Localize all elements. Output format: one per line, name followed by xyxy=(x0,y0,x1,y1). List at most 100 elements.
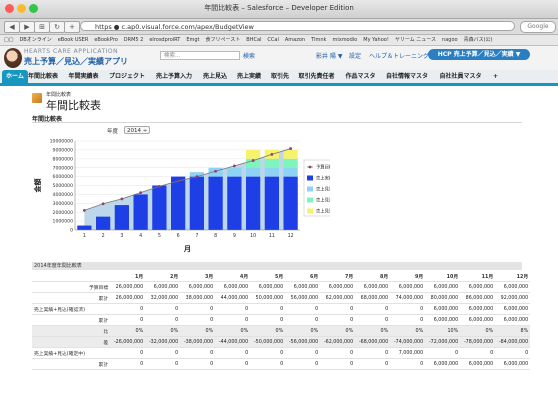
bar-actual xyxy=(246,176,261,230)
table-cell: 0 xyxy=(320,303,356,315)
legend-swatch xyxy=(307,175,313,181)
table-cell: 44,000,000 xyxy=(215,292,251,304)
table-cell: 6,000,000 xyxy=(495,303,531,315)
bar-actual xyxy=(171,176,186,230)
table-cell: 6,000,000 xyxy=(215,281,251,293)
tab-item[interactable]: 年間実績表 xyxy=(69,70,99,83)
tab-item[interactable]: プロジェクト xyxy=(109,70,145,83)
bookmark-item[interactable]: Amazon xyxy=(285,37,305,43)
row-label xyxy=(86,303,111,315)
table-row: 累計 0 0 0 0 0 0 0 0 0 6,000,000 6,000,000 6,000,000 xyxy=(32,358,531,370)
budget-point xyxy=(82,209,86,212)
bookmark-item[interactable]: □□ xyxy=(4,37,13,43)
table-cell: 0 xyxy=(320,358,356,370)
table-cell: 26,000,000 xyxy=(110,281,146,293)
legend-label: 売上見込(確定済) xyxy=(316,208,330,215)
forward-button[interactable]: ▶ xyxy=(19,21,35,33)
table-cell: -32,000,000 xyxy=(145,336,181,348)
bookmark-item[interactable]: ヤリーム ニュース xyxy=(395,37,436,43)
y-tick-label: 5000000 xyxy=(53,183,74,189)
reload-button[interactable]: ↻ xyxy=(49,21,65,33)
row-label: 予算目標 xyxy=(86,281,111,293)
table-cell: -38,000,000 xyxy=(180,336,216,348)
section-divider xyxy=(32,122,522,123)
bookmark-item[interactable]: BHCal xyxy=(246,37,261,43)
bar-forecast xyxy=(283,149,298,159)
table-cell: 0 xyxy=(355,314,391,326)
bar-actual xyxy=(283,176,298,230)
year-select[interactable]: 2014 ÷ xyxy=(124,126,150,134)
budget-point xyxy=(139,191,143,195)
bookmark-item[interactable]: Emgt xyxy=(186,37,199,43)
x-tick-label: 1 xyxy=(83,233,86,239)
tab-item[interactable]: 年間比較表 xyxy=(28,70,58,83)
tab-item[interactable]: 自社情報マスタ xyxy=(386,70,428,83)
table-cell: 6,000,000 xyxy=(495,358,531,370)
table-cell: 0 xyxy=(110,347,146,359)
row-group-label xyxy=(32,314,87,326)
y-axis-label: 金額 xyxy=(33,179,42,194)
tab-item[interactable]: 作品マスタ xyxy=(346,70,376,83)
tab-item[interactable]: 売上実績 xyxy=(237,70,261,83)
setup-link[interactable]: 設定 xyxy=(349,51,361,60)
show-all-tabs-button[interactable]: ⊞ xyxy=(34,21,50,33)
table-cell: 0 xyxy=(355,303,391,315)
bookmark-item[interactable]: eBookPro xyxy=(94,37,117,43)
back-button[interactable]: ◀ xyxy=(4,21,20,33)
bookmark-item[interactable]: elrosdproiRT xyxy=(149,37,180,43)
tab-home[interactable]: ホーム xyxy=(2,70,28,83)
year-label: 年度 xyxy=(107,129,119,135)
tab-item[interactable]: 売上予算入力 xyxy=(156,70,192,83)
help-link[interactable]: ヘルプ＆トレーニング xyxy=(369,51,429,60)
table-row: 差 -26,000,000 -32,000,000 -38,000,000 -44,00… xyxy=(32,336,531,348)
legend-swatch xyxy=(307,208,313,214)
table-cell: 0 xyxy=(145,314,181,326)
user-menu[interactable]: 影井 陽 ▼ xyxy=(316,51,342,60)
tab-item[interactable]: 自社社員マスタ xyxy=(440,70,482,83)
bookmark-item[interactable]: mixmodio xyxy=(332,37,357,43)
legend-swatch-point xyxy=(308,165,312,169)
bookmark-item[interactable]: CCal xyxy=(267,37,278,43)
tab-more[interactable]: + xyxy=(493,70,498,83)
bar-actual xyxy=(77,225,92,230)
row-label: 累計 xyxy=(86,358,111,370)
row-label: 累計 xyxy=(86,314,111,326)
new-tab-button[interactable]: + xyxy=(64,21,80,33)
address-bar[interactable]: https ● c.ap0.visual.force.com/apex/Budg… xyxy=(80,21,515,31)
table-cell: 32,000,000 xyxy=(145,292,181,304)
tab-item[interactable]: 売上見込 xyxy=(203,70,227,83)
bookmark-item[interactable]: My Yahoo! xyxy=(363,37,389,43)
title-bar: 年間比較表 – Salesforce – Developer Edition xyxy=(0,0,558,19)
table-cell: 0 xyxy=(285,358,321,370)
table-cell: 62,000,000 xyxy=(320,292,356,304)
table-cell: 50,000,000 xyxy=(250,292,286,304)
month-header: 10月 xyxy=(425,271,461,282)
month-header: 11月 xyxy=(460,271,496,282)
table-row: 比 0% 0% 0% 0% 0% 0% 0% 0% 0% 10% 0% 8% xyxy=(32,325,531,337)
browser-search-input[interactable]: Google xyxy=(520,21,556,33)
tab-item[interactable]: 取引先責任者 xyxy=(299,70,335,83)
table-cell: 0 xyxy=(285,303,321,315)
table-row: 売上実績+見込(確定中) 0 0 0 0 0 0 0 0 7,000,000 0 0 0 xyxy=(32,347,531,359)
month-header: 6月 xyxy=(285,271,321,282)
bookmark-item[interactable]: DBオンライン xyxy=(19,37,51,43)
x-axis-label: 月 xyxy=(183,245,191,253)
bookmark-item[interactable]: 青森バス(公) xyxy=(464,37,493,43)
bookmark-item[interactable]: DRM5 2 xyxy=(124,37,144,43)
budget-point xyxy=(176,179,180,183)
search-input[interactable]: 検索... xyxy=(160,51,240,60)
bookmark-item[interactable]: Tlmnk xyxy=(311,37,326,43)
bookmark-item[interactable]: nagoo xyxy=(442,37,458,43)
tab-item[interactable]: 取引先 xyxy=(271,70,289,83)
bookmark-item[interactable]: eBook USER xyxy=(58,37,89,43)
table-cell: 0% xyxy=(250,325,286,337)
table-cell: 6,000,000 xyxy=(425,314,461,326)
bookmark-item[interactable]: 食フリペースト xyxy=(206,37,241,43)
row-group-label xyxy=(32,358,87,370)
app-switcher[interactable]: HCP 売上予算／見込／実績 ▼ xyxy=(428,49,530,60)
budget-point xyxy=(251,159,255,162)
search-button[interactable]: 検索 xyxy=(243,51,255,60)
table-cell: 0 xyxy=(320,347,356,359)
table-cell: -50,000,000 xyxy=(250,336,286,348)
table-row: 売上実績+見込(確認済) 0 0 0 0 0 0 0 0 0 6,000,000 6,000,000 6… xyxy=(32,303,531,315)
